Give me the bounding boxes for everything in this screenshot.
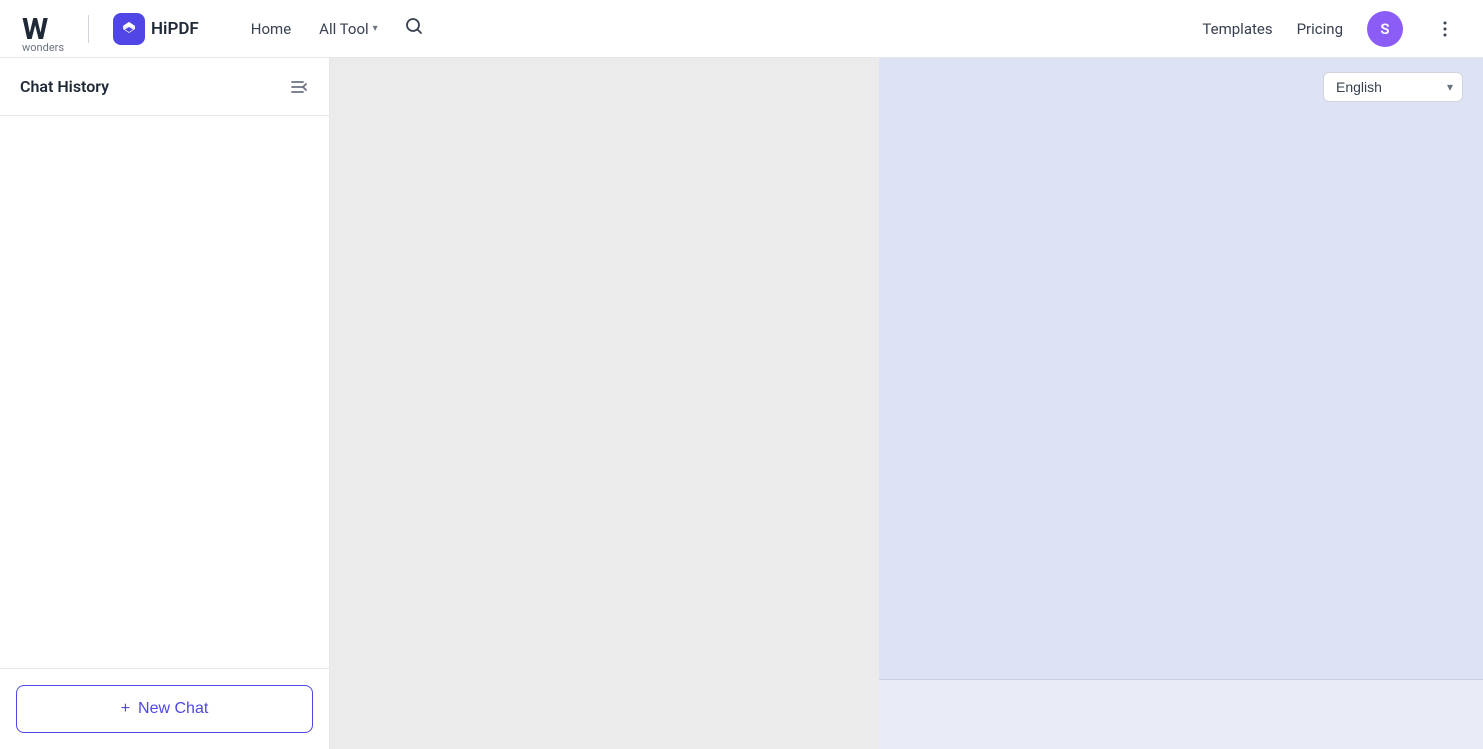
navbar-divider xyxy=(88,15,89,43)
right-panel-header: English Chinese French German Spanish Ja… xyxy=(879,58,1483,116)
hipdf-logo-svg xyxy=(119,19,139,39)
nav-all-tool-label: All Tool xyxy=(319,20,369,38)
wondershare-logo-icon: W wondershare xyxy=(20,7,64,51)
nav-home-label: Home xyxy=(251,20,291,38)
navbar: W wondershare HiPDF Home All Tool ▾ xyxy=(0,0,1483,58)
hipdf-label: HiPDF xyxy=(151,19,199,39)
hipdf-logo[interactable]: HiPDF xyxy=(113,13,199,45)
navbar-left: W wondershare HiPDF Home All Tool ▾ xyxy=(20,7,434,51)
new-chat-button[interactable]: + New Chat xyxy=(16,685,313,733)
sidebar: Chat History + New Chat xyxy=(0,58,330,749)
chat-history-title: Chat History xyxy=(20,77,109,96)
nav-links: Home All Tool ▾ xyxy=(239,10,434,47)
center-panel xyxy=(330,58,879,749)
search-icon xyxy=(404,16,424,36)
nav-pricing[interactable]: Pricing xyxy=(1297,20,1343,38)
sidebar-body xyxy=(0,116,329,668)
nav-extra-icon[interactable] xyxy=(1427,11,1463,47)
new-chat-plus-icon: + xyxy=(121,700,130,718)
new-chat-label: New Chat xyxy=(138,700,208,718)
nav-home[interactable]: Home xyxy=(239,14,303,44)
language-selector-wrapper: English Chinese French German Spanish Ja… xyxy=(1323,72,1463,102)
collapse-sidebar-button[interactable] xyxy=(289,77,309,97)
sidebar-footer: + New Chat xyxy=(0,668,329,749)
collapse-icon xyxy=(289,77,309,97)
search-button[interactable] xyxy=(394,10,434,47)
sidebar-header: Chat History xyxy=(0,58,329,116)
language-select[interactable]: English Chinese French German Spanish Ja… xyxy=(1323,72,1463,102)
right-panel-body xyxy=(879,116,1483,679)
user-avatar[interactable]: S xyxy=(1367,11,1403,47)
menu-dots-icon xyxy=(1435,19,1455,39)
right-panel-footer xyxy=(879,679,1483,749)
main-content: Chat History + New Chat xyxy=(0,58,1483,749)
wondershare-logo[interactable]: W wondershare xyxy=(20,7,64,51)
svg-text:wondershare: wondershare xyxy=(22,41,64,51)
right-panel: English Chinese French German Spanish Ja… xyxy=(879,58,1483,749)
chevron-down-icon: ▾ xyxy=(373,23,378,34)
nav-templates[interactable]: Templates xyxy=(1202,20,1272,38)
navbar-right: Templates Pricing S xyxy=(1202,11,1463,47)
nav-all-tool[interactable]: All Tool ▾ xyxy=(307,14,390,44)
hipdf-icon xyxy=(113,13,145,45)
